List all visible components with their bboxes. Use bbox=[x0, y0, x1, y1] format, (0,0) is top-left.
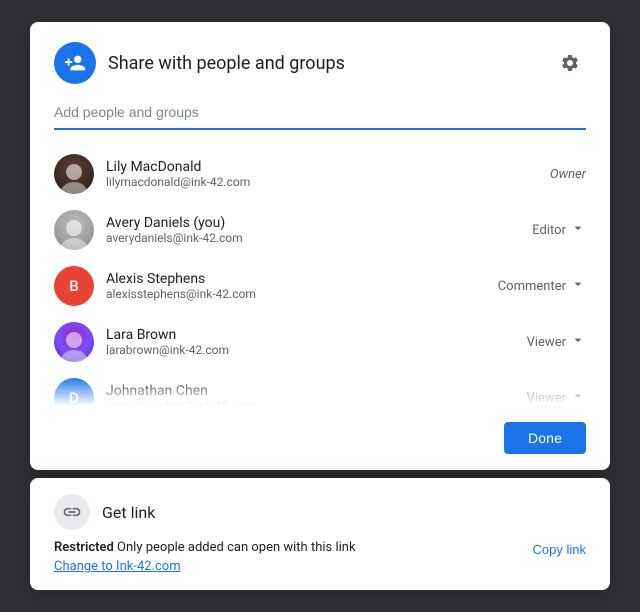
person-left: Avery Daniels (you) averydaniels@ink-42.… bbox=[54, 210, 243, 250]
avatar: B bbox=[54, 266, 94, 306]
person-row: Lily MacDonald lilymacdonald@ink-42.com … bbox=[54, 146, 586, 202]
person-add-svg bbox=[64, 52, 86, 74]
person-left: B Alexis Stephens alexisstephens@ink-42.… bbox=[54, 266, 256, 306]
person-row: Lara Brown larabrown@ink-42.com Viewer bbox=[54, 314, 586, 370]
gear-icon bbox=[560, 53, 580, 73]
person-name: Lara Brown bbox=[106, 327, 229, 343]
person-info: Lara Brown larabrown@ink-42.com bbox=[106, 327, 229, 357]
person-email: averydaniels@ink-42.com bbox=[106, 231, 243, 245]
copy-link-button[interactable]: Copy link bbox=[533, 542, 586, 557]
person-role-dropdown[interactable]: Viewer bbox=[527, 332, 586, 352]
avatar-silhouette bbox=[54, 158, 94, 194]
person-info: Avery Daniels (you) averydaniels@ink-42.… bbox=[106, 215, 243, 245]
dialog-title: Share with people and groups bbox=[108, 53, 345, 74]
chevron-down-icon bbox=[570, 332, 586, 352]
get-link-footer: Restricted Only people added can open wi… bbox=[54, 540, 586, 574]
person-name: Avery Daniels (you) bbox=[106, 215, 243, 231]
person-role-dropdown[interactable]: Editor bbox=[532, 220, 586, 240]
avatar-silhouette bbox=[54, 214, 94, 250]
share-panel: Share with people and groups bbox=[30, 22, 610, 470]
person-info: Lily MacDonald lilymacdonald@ink-42.com bbox=[106, 159, 250, 189]
chevron-down-icon bbox=[570, 220, 586, 240]
get-link-panel: Get link Restricted Only people added ca… bbox=[30, 478, 610, 590]
person-name: Alexis Stephens bbox=[106, 271, 256, 287]
done-button[interactable]: Done bbox=[504, 422, 586, 454]
link-icon bbox=[62, 502, 82, 522]
get-link-header: Get link bbox=[54, 494, 586, 530]
person-role: Owner bbox=[550, 167, 586, 182]
person-role-dropdown[interactable]: Commenter bbox=[498, 276, 586, 296]
avatar-initial: B bbox=[69, 277, 78, 295]
role-label: Viewer bbox=[527, 335, 566, 350]
person-email: larabrown@ink-42.com bbox=[106, 343, 229, 357]
share-header-left: Share with people and groups bbox=[54, 42, 345, 84]
person-email: alexisstephens@ink-42.com bbox=[106, 287, 256, 301]
share-header: Share with people and groups bbox=[54, 42, 586, 84]
person-name: Lily MacDonald bbox=[106, 159, 250, 175]
people-list: Lily MacDonald lilymacdonald@ink-42.com … bbox=[54, 146, 586, 406]
avatar bbox=[54, 322, 94, 362]
person-row: B Alexis Stephens alexisstephens@ink-42.… bbox=[54, 258, 586, 314]
link-icon-circle bbox=[54, 494, 90, 530]
avatar bbox=[54, 154, 94, 194]
restriction-label: Restricted bbox=[54, 540, 114, 555]
chevron-down-icon bbox=[570, 276, 586, 296]
settings-button[interactable] bbox=[554, 47, 586, 79]
person-row: Avery Daniels (you) averydaniels@ink-42.… bbox=[54, 202, 586, 258]
role-label: Editor bbox=[532, 223, 566, 238]
link-description: Restricted Only people added can open wi… bbox=[54, 540, 356, 555]
restriction-desc: Only people added can open with this lin… bbox=[114, 540, 356, 555]
avatar bbox=[54, 210, 94, 250]
link-description-block: Restricted Only people added can open wi… bbox=[54, 540, 356, 574]
dialog-container: Share with people and groups bbox=[30, 22, 610, 590]
person-info: Alexis Stephens alexisstephens@ink-42.co… bbox=[106, 271, 256, 301]
avatar-silhouette bbox=[54, 326, 94, 362]
list-fade bbox=[54, 376, 586, 406]
add-people-input[interactable] bbox=[54, 100, 586, 124]
person-left: Lily MacDonald lilymacdonald@ink-42.com bbox=[54, 154, 250, 194]
role-label: Commenter bbox=[498, 279, 566, 294]
done-btn-row: Done bbox=[54, 414, 586, 454]
share-icon bbox=[54, 42, 96, 84]
person-left: Lara Brown larabrown@ink-42.com bbox=[54, 322, 229, 362]
change-link-button[interactable]: Change to Ink-42.com bbox=[54, 559, 356, 574]
person-email: lilymacdonald@ink-42.com bbox=[106, 175, 250, 189]
add-people-container bbox=[54, 100, 586, 130]
get-link-title: Get link bbox=[102, 503, 155, 522]
people-list-container: Lily MacDonald lilymacdonald@ink-42.com … bbox=[54, 146, 586, 406]
